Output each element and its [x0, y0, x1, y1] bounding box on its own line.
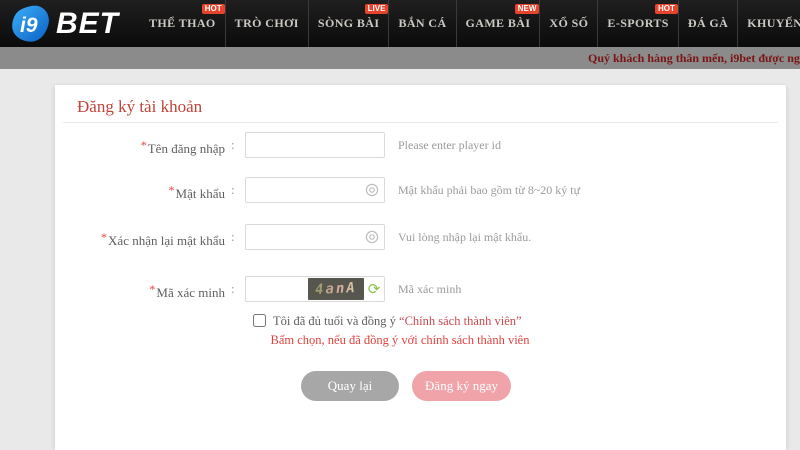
hot-badge: HOT [655, 4, 678, 14]
confirm-password-row: *Xác nhận lại mật khẩu : Vui lòng nhập l… [55, 223, 786, 251]
captcha-hint: Mã xác minh [398, 275, 461, 303]
username-row: *Tên đăng nhập : Please enter player id [55, 131, 786, 159]
logo-blob-icon: i9 [10, 5, 52, 43]
captcha-label: Mã xác minh [156, 285, 225, 300]
agree-note: Bấm chọn, nếu đã đồng ý với chính sách t… [205, 333, 595, 348]
page-title: Đăng ký tài khoản [77, 97, 202, 117]
refresh-captcha-icon[interactable]: ⟳ [366, 280, 382, 298]
register-card: Đăng ký tài khoản *Tên đăng nhập : Pleas… [55, 85, 786, 450]
captcha-row: *Mã xác minh : 4anA ⟳ Mã xác minh [55, 275, 786, 303]
logo-wordmark: BET [56, 0, 119, 47]
eye-icon[interactable] [365, 183, 379, 197]
back-button[interactable]: Quay lại [301, 371, 399, 401]
nav-item-tro-choi[interactable]: TRÒ CHƠI [226, 0, 309, 47]
policy-link[interactable]: “Chính sách thành viên” [399, 314, 522, 328]
nav-item-esports[interactable]: E-SPORTS HOT [598, 0, 678, 47]
agree-checkbox[interactable] [253, 314, 266, 327]
site-logo[interactable]: i9 BET [10, 0, 119, 47]
nav-item-da-ga[interactable]: ĐÁ GÀ [679, 0, 738, 47]
nav-item-song-bai[interactable]: SÒNG BÀI LIVE [309, 0, 390, 47]
nav-item-the-thao[interactable]: THỂ THAO HOT [140, 0, 226, 47]
live-badge: LIVE [365, 4, 389, 14]
title-divider [63, 122, 778, 123]
agree-label: Tôi đã đủ tuổi và đồng ý [273, 314, 396, 328]
username-hint: Please enter player id [398, 131, 501, 159]
password-input[interactable] [245, 177, 385, 203]
nav-item-khuyen-mai[interactable]: KHUYẾN MÃI HOT [738, 0, 800, 47]
password-hint: Mật khẩu phải bao gồm từ 8~20 ký tự [398, 176, 580, 204]
confirm-password-input[interactable] [245, 224, 385, 250]
announcement-text: Quý khách hàng thân mến, i9bet được nghi… [588, 47, 800, 69]
confirm-password-hint: Vui lòng nhập lại mật khẩu. [398, 223, 531, 251]
top-nav: i9 BET THỂ THAO HOT TRÒ CHƠI SÒNG BÀI LI… [0, 0, 800, 47]
hot-badge: HOT [202, 4, 225, 14]
password-row: *Mật khẩu : Mật khẩu phải bao gồm từ 8~2… [55, 176, 786, 204]
agree-row: Tôi đã đủ tuổi và đồng ý “Chính sách thà… [55, 313, 786, 329]
nav-item-xo-so[interactable]: XỔ SỐ [540, 0, 598, 47]
announcement-bar: Quý khách hàng thân mến, i9bet được nghi… [0, 47, 800, 69]
nav-item-game-bai[interactable]: GAME BÀI NEW [457, 0, 541, 47]
required-mark: * [141, 138, 147, 152]
captcha-image[interactable]: 4anA [308, 278, 364, 300]
confirm-password-label: Xác nhận lại mật khẩu [108, 233, 225, 248]
username-label: Tên đăng nhập [148, 141, 225, 156]
password-label: Mật khẩu [176, 186, 225, 201]
register-button[interactable]: Đăng ký ngay [412, 371, 511, 401]
svg-text:i9: i9 [20, 14, 38, 37]
username-input[interactable] [245, 132, 385, 158]
nav-item-ban-ca[interactable]: BẮN CÁ [389, 0, 456, 47]
main-menu: THỂ THAO HOT TRÒ CHƠI SÒNG BÀI LIVE BẮN … [140, 0, 800, 47]
eye-icon[interactable] [365, 230, 379, 244]
new-badge: NEW [515, 4, 540, 14]
